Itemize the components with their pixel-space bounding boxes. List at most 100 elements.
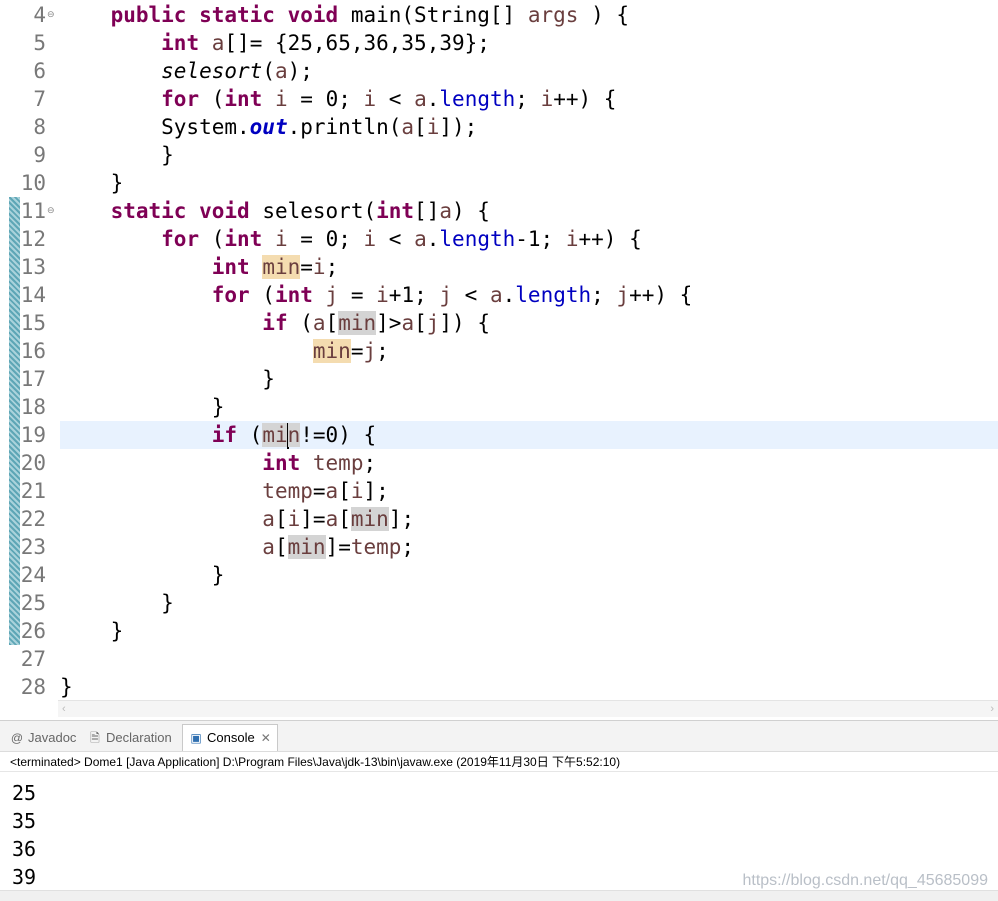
scroll-right-icon[interactable]: › — [990, 701, 994, 717]
code-token: a — [414, 227, 427, 251]
code-line[interactable]: a[min]=temp; — [60, 533, 414, 561]
code-token: []= {25,65,36,35,39}; — [224, 31, 490, 55]
code-token: length — [515, 283, 592, 307]
code-line[interactable]: } — [60, 617, 124, 645]
code-line[interactable]: if (min!=0) { — [60, 421, 376, 449]
code-token: System. — [60, 115, 250, 139]
code-token: [ — [274, 535, 288, 559]
code-line[interactable]: static void selesort(int[]a) { — [60, 197, 490, 225]
code-token: main(String[] — [338, 3, 528, 27]
code-token: } — [60, 563, 225, 587]
code-token: } — [60, 675, 73, 699]
editor-horizontal-scrollbar[interactable]: ‹ › — [58, 700, 998, 717]
code-editor[interactable]: 4 ⊖ public static void main(String[] args… — [0, 0, 998, 702]
code-token: temp — [312, 451, 364, 475]
code-token: i — [426, 115, 440, 139]
tab-declaration[interactable]: 🗎 Declaration — [88, 725, 172, 751]
line-number: 14 — [20, 283, 46, 307]
code-token: } — [60, 619, 124, 643]
code-token: ( — [262, 59, 275, 83]
code-token: a — [262, 507, 275, 531]
code-token: [ — [338, 507, 351, 531]
code-line[interactable]: System.out.println(a[i]); — [60, 113, 477, 141]
code-line[interactable]: int a[]= {25,65,36,35,39}; — [60, 29, 490, 57]
code-token: = — [300, 255, 313, 279]
code-line[interactable]: a[i]=a[min]; — [60, 505, 414, 533]
code-line[interactable]: for (int i = 0; i < a.length-1; i++) { — [60, 225, 642, 253]
code-token: args — [527, 3, 579, 27]
scroll-left-icon[interactable]: ‹ — [62, 701, 66, 717]
code-line[interactable]: } — [60, 393, 225, 421]
fold-toggle-icon[interactable]: ⊖ — [47, 10, 55, 20]
code-token: +1; — [388, 283, 440, 307]
code-line[interactable]: } — [60, 673, 73, 701]
tab-console[interactable]: ▣ Console ✕ — [182, 724, 278, 751]
code-token: ( — [287, 311, 313, 335]
line-number: 24 — [20, 563, 46, 587]
code-line[interactable]: temp=a[i]; — [60, 477, 389, 505]
code-line[interactable]: for (int i = 0; i < a.length; i++) { — [60, 85, 616, 113]
code-token: void — [199, 199, 250, 223]
code-token: = — [338, 283, 377, 307]
code-token: ]) { — [439, 311, 490, 335]
line-number: 22 — [20, 507, 46, 531]
code-line[interactable]: } — [60, 589, 174, 617]
code-token: public — [110, 3, 187, 27]
code-line[interactable]: if (a[min]>a[j]) { — [60, 309, 490, 337]
code-token: } — [60, 171, 124, 195]
console-status: <terminated> Dome1 [Java Application] D:… — [10, 755, 621, 769]
bottom-panel: @ Javadoc 🗎 Declaration ▣ Console ✕ <termina… — [0, 720, 998, 901]
code-line[interactable]: int temp; — [60, 449, 376, 477]
code-token: i — [363, 87, 377, 111]
tab-javadoc-label: Javadoc — [28, 730, 77, 745]
code-token: int — [161, 31, 200, 55]
fold-toggle-icon[interactable]: ⊖ — [47, 206, 55, 216]
code-line[interactable]: public static void main(String[] args ) … — [60, 1, 629, 29]
code-token: ]; — [388, 507, 415, 531]
code-token: j — [363, 339, 377, 363]
code-token: int — [376, 199, 415, 223]
code-token: ]= — [325, 535, 351, 559]
code-token: ++) { — [629, 283, 693, 307]
line-number: 8 — [33, 115, 46, 139]
code-token: . — [426, 87, 440, 111]
code-token: j — [616, 283, 630, 307]
code-token: int — [224, 87, 263, 111]
code-token: ]); — [439, 115, 478, 139]
code-token: -1; — [515, 227, 566, 251]
code-token: a — [262, 535, 275, 559]
tab-javadoc[interactable]: @ Javadoc — [10, 725, 77, 751]
declaration-icon: 🗎 — [90, 731, 100, 745]
code-token: ; — [325, 255, 339, 279]
code-line[interactable]: min=j; — [60, 337, 389, 365]
code-token: a — [211, 31, 225, 55]
code-line[interactable]: } — [60, 169, 124, 197]
code-line[interactable]: int min=i; — [60, 253, 338, 281]
code-token: ; — [515, 87, 541, 111]
code-line[interactable]: } — [60, 141, 174, 169]
code-line[interactable]: } — [60, 561, 225, 589]
close-icon[interactable]: ✕ — [261, 731, 271, 745]
code-token: [ — [274, 507, 288, 531]
code-token: for — [161, 227, 200, 251]
console-horizontal-scrollbar[interactable] — [0, 890, 998, 901]
code-line[interactable]: selesort(a); — [60, 57, 313, 85]
code-token: [ — [414, 115, 427, 139]
code-token: ++) { — [553, 87, 617, 111]
code-line[interactable]: } — [60, 365, 275, 393]
code-token: int — [274, 283, 313, 307]
code-token: ]= — [300, 507, 326, 531]
line-number: 26 — [20, 619, 46, 643]
code-token: int — [211, 255, 250, 279]
line-number: 18 — [20, 395, 46, 419]
code-token: ]; — [363, 479, 389, 503]
code-line[interactable]: for (int j = i+1; j < a.length; j++) { — [60, 281, 693, 309]
